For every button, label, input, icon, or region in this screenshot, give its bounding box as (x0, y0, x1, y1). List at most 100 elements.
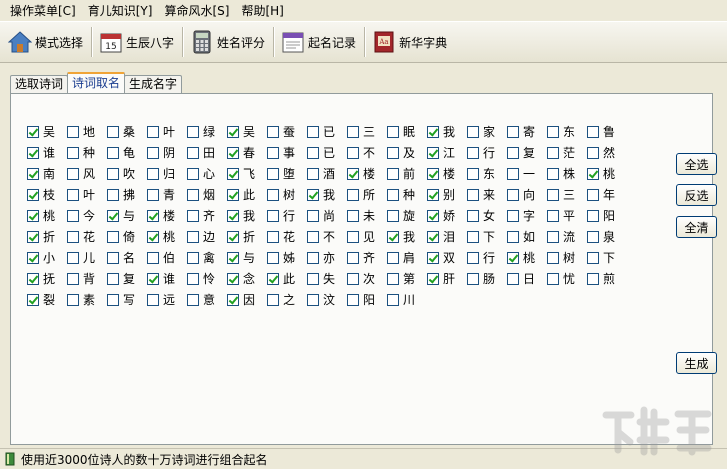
character-option[interactable]: 素 (67, 289, 107, 310)
character-option[interactable]: 三 (547, 184, 587, 205)
character-option[interactable]: 蚕 (267, 121, 307, 142)
character-checkbox[interactable] (187, 188, 199, 201)
character-option[interactable]: 儿 (67, 247, 107, 268)
character-option[interactable]: 鲁 (587, 121, 627, 142)
character-option[interactable]: 齐 (187, 205, 227, 226)
character-option[interactable]: 我 (427, 121, 467, 142)
character-option[interactable]: 行 (267, 205, 307, 226)
character-checkbox[interactable] (27, 188, 39, 201)
character-option[interactable]: 齐 (347, 247, 387, 268)
character-checkbox[interactable] (147, 188, 159, 201)
character-option[interactable]: 田 (187, 142, 227, 163)
character-option[interactable]: 三 (347, 121, 387, 142)
character-checkbox[interactable] (67, 188, 79, 201)
character-option[interactable]: 禽 (187, 247, 227, 268)
character-option[interactable]: 桃 (27, 205, 67, 226)
character-checkbox[interactable] (107, 125, 119, 138)
character-option[interactable]: 春 (227, 142, 267, 163)
character-checkbox[interactable] (347, 146, 359, 159)
character-option[interactable]: 肩 (387, 247, 427, 268)
character-checkbox[interactable] (187, 230, 199, 243)
character-checkbox[interactable] (267, 251, 279, 264)
character-checkbox[interactable] (67, 230, 79, 243)
character-option[interactable]: 吴 (227, 121, 267, 142)
character-option[interactable]: 亦 (307, 247, 347, 268)
character-option[interactable]: 已 (307, 142, 347, 163)
invert-selection-button[interactable]: 反选 (676, 184, 717, 206)
character-option[interactable]: 娇 (427, 205, 467, 226)
character-option[interactable]: 向 (507, 184, 547, 205)
tab-select-poems[interactable]: 选取诗词 (10, 75, 69, 93)
character-checkbox[interactable] (27, 230, 39, 243)
character-checkbox[interactable] (67, 251, 79, 264)
character-checkbox[interactable] (187, 272, 199, 285)
character-option[interactable]: 忧 (547, 268, 587, 289)
character-checkbox[interactable] (467, 167, 479, 180)
character-checkbox[interactable] (67, 272, 79, 285)
character-option[interactable]: 江 (427, 142, 467, 163)
character-option[interactable]: 意 (187, 289, 227, 310)
character-checkbox[interactable] (347, 272, 359, 285)
xinhua-dictionary-button[interactable]: Aa 新华字典 (368, 24, 453, 60)
character-option[interactable]: 东 (547, 121, 587, 142)
character-checkbox[interactable] (307, 146, 319, 159)
character-checkbox[interactable] (227, 167, 239, 180)
character-option[interactable]: 双 (427, 247, 467, 268)
character-checkbox[interactable] (147, 209, 159, 222)
name-score-button[interactable]: 姓名评分 (186, 24, 271, 60)
character-checkbox[interactable] (107, 188, 119, 201)
character-option[interactable]: 烟 (187, 184, 227, 205)
menu-help[interactable]: 帮助[H] (235, 0, 289, 21)
character-option[interactable]: 倚 (107, 226, 147, 247)
character-checkbox[interactable] (427, 230, 439, 243)
character-option[interactable]: 枝 (27, 184, 67, 205)
character-checkbox[interactable] (347, 251, 359, 264)
character-checkbox[interactable] (187, 209, 199, 222)
character-checkbox[interactable] (147, 293, 159, 306)
character-checkbox[interactable] (147, 167, 159, 180)
character-checkbox[interactable] (267, 188, 279, 201)
character-checkbox[interactable] (27, 146, 39, 159)
character-checkbox[interactable] (547, 167, 559, 180)
character-checkbox[interactable] (347, 293, 359, 306)
character-option[interactable]: 前 (387, 163, 427, 184)
character-option[interactable]: 念 (227, 268, 267, 289)
character-option[interactable]: 尚 (307, 205, 347, 226)
character-checkbox[interactable] (147, 251, 159, 264)
character-checkbox[interactable] (27, 125, 39, 138)
character-option[interactable]: 及 (387, 142, 427, 163)
character-option[interactable]: 伯 (147, 247, 187, 268)
character-option[interactable]: 一 (507, 163, 547, 184)
character-option[interactable]: 风 (67, 163, 107, 184)
character-option[interactable]: 桃 (587, 163, 627, 184)
character-option[interactable]: 与 (107, 205, 147, 226)
character-checkbox[interactable] (267, 125, 279, 138)
character-option[interactable]: 已 (307, 121, 347, 142)
character-option[interactable]: 名 (107, 247, 147, 268)
character-checkbox[interactable] (547, 188, 559, 201)
character-option[interactable]: 阳 (347, 289, 387, 310)
character-option[interactable]: 心 (187, 163, 227, 184)
character-option[interactable]: 吹 (107, 163, 147, 184)
character-checkbox[interactable] (347, 209, 359, 222)
character-option[interactable]: 家 (467, 121, 507, 142)
character-option[interactable]: 事 (267, 142, 307, 163)
character-checkbox[interactable] (227, 125, 239, 138)
character-checkbox[interactable] (267, 167, 279, 180)
character-option[interactable]: 种 (67, 142, 107, 163)
character-checkbox[interactable] (107, 146, 119, 159)
character-checkbox[interactable] (347, 167, 359, 180)
character-checkbox[interactable] (147, 125, 159, 138)
character-option[interactable]: 龟 (107, 142, 147, 163)
character-checkbox[interactable] (387, 272, 399, 285)
character-checkbox[interactable] (547, 251, 559, 264)
character-option[interactable]: 失 (307, 268, 347, 289)
character-option[interactable]: 东 (467, 163, 507, 184)
character-checkbox[interactable] (307, 251, 319, 264)
character-checkbox[interactable] (587, 272, 599, 285)
character-option[interactable]: 女 (467, 205, 507, 226)
character-checkbox[interactable] (227, 293, 239, 306)
menu-operations[interactable]: 操作菜单[C] (4, 0, 82, 21)
character-checkbox[interactable] (427, 188, 439, 201)
character-checkbox[interactable] (227, 272, 239, 285)
